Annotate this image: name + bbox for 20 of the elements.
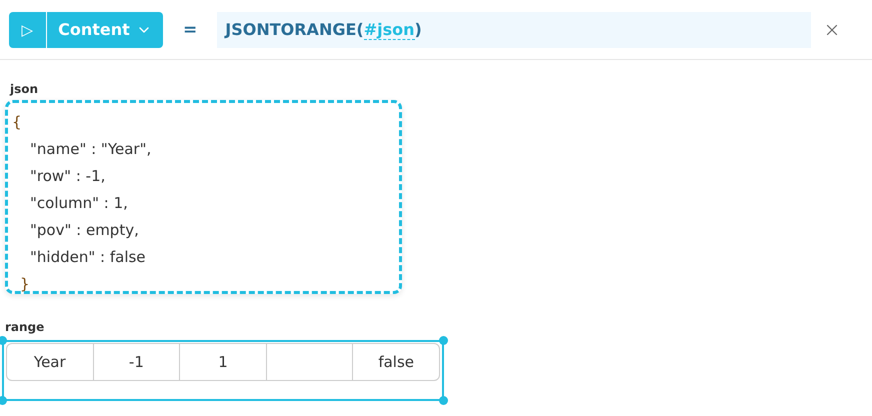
range-cell: 1 bbox=[179, 344, 266, 380]
resize-handle[interactable] bbox=[0, 396, 7, 405]
field-label: json bbox=[10, 82, 40, 96]
range-cell: false bbox=[352, 344, 439, 380]
json-line: "pov" : empty, bbox=[30, 221, 139, 239]
resize-handle[interactable] bbox=[0, 336, 7, 345]
range-cell-text: Year bbox=[32, 352, 67, 373]
resize-handle[interactable] bbox=[439, 336, 448, 345]
range-cell: -1 bbox=[92, 344, 180, 380]
brace-text: { bbox=[12, 113, 22, 131]
json-line: "row" : -1, bbox=[30, 167, 106, 185]
json-line: "name" : "Year", bbox=[30, 140, 152, 158]
formula-field[interactable]: JSONTORANGE(#json) bbox=[217, 12, 812, 48]
resize-handle[interactable] bbox=[439, 396, 448, 405]
json-line: "hidden" : false bbox=[30, 248, 146, 266]
json-field[interactable]: { "name" : "Year", "row" : -1, "column" : 1, "pov" : empty, "hidden" : false } bbox=[5, 100, 402, 294]
equals-sign: = bbox=[183, 20, 198, 40]
field-label: range bbox=[5, 320, 46, 334]
json-line: "column" : 1, bbox=[30, 194, 128, 212]
brace-text: } bbox=[20, 275, 30, 293]
